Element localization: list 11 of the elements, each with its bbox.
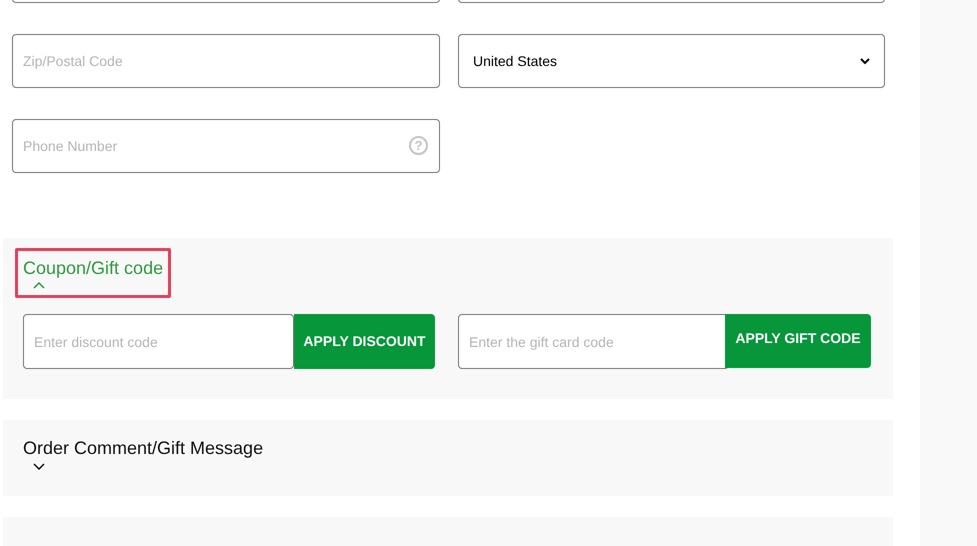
section-toggle[interactable]: Coupon/Gift code <box>15 248 172 298</box>
chevron-down-icon <box>33 462 45 470</box>
section-toggle[interactable]: Order Comment/Gift Message <box>23 437 264 470</box>
apply-button[interactable]: APPLY DISCOUNT <box>294 314 435 369</box>
chevron-down-icon <box>860 58 870 64</box>
input-field[interactable]: Zip/Postal Code <box>12 34 440 88</box>
country-select[interactable]: United States <box>458 34 885 88</box>
input-field[interactable]: Enter discount code <box>23 314 294 369</box>
apply-button[interactable]: APPLY GIFT CODE <box>725 314 871 368</box>
chevron-up-icon <box>33 282 45 290</box>
input-field[interactable]: Enter the gift card code <box>458 314 729 369</box>
